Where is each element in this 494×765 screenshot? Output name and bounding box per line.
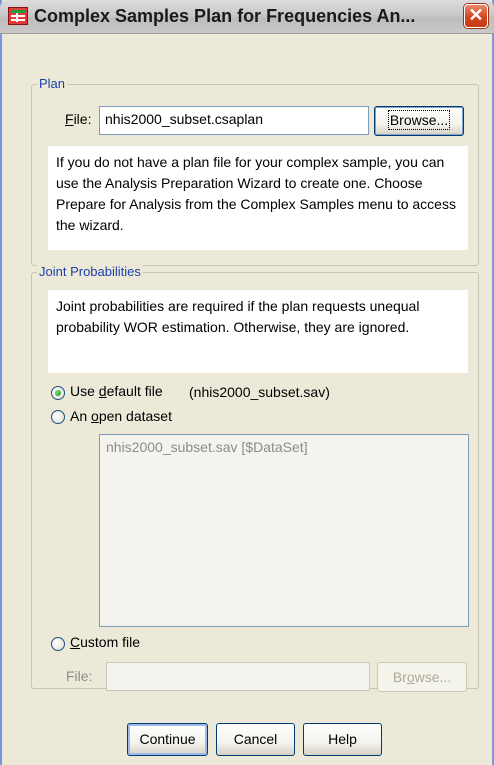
radio-custom-file[interactable] xyxy=(51,637,65,651)
radio-use-default-file[interactable] xyxy=(51,386,65,400)
plan-info-text: If you do not have a plan file for your … xyxy=(48,146,468,250)
dataset-listbox[interactable]: nhis2000_subset.sav [$DataSet] xyxy=(99,434,469,627)
plan-file-label: File: xyxy=(65,111,92,127)
default-file-name: (nhis2000_subset.sav) xyxy=(189,384,330,400)
joint-legend: Joint Probabilities xyxy=(37,264,143,280)
radio-open-dataset[interactable] xyxy=(51,410,65,424)
title-bar[interactable]: Complex Samples Plan for Frequencies An.… xyxy=(0,0,494,34)
help-button[interactable]: Help xyxy=(303,723,382,756)
cancel-button[interactable]: Cancel xyxy=(216,723,295,756)
continue-button[interactable]: Continue xyxy=(127,723,208,756)
joint-info-text: Joint probabilities are required if the … xyxy=(48,290,468,373)
custom-file-input[interactable] xyxy=(106,662,370,691)
custom-file-label: File: xyxy=(66,668,93,684)
close-icon[interactable]: ✕ xyxy=(464,4,488,28)
dialog-window: Complex Samples Plan for Frequencies An.… xyxy=(0,0,494,765)
plan-legend: Plan xyxy=(37,76,68,92)
custom-browse-button[interactable]: Browse... xyxy=(377,662,467,692)
spss-app-icon xyxy=(8,7,28,25)
radio-use-default-file-label[interactable]: Use default file xyxy=(70,383,163,399)
plan-file-input[interactable]: nhis2000_subset.csaplan xyxy=(99,106,369,135)
dataset-list-item[interactable]: nhis2000_subset.sav [$DataSet] xyxy=(106,439,308,455)
radio-open-dataset-label[interactable]: An open dataset xyxy=(70,408,172,424)
window-title: Complex Samples Plan for Frequencies An.… xyxy=(34,6,416,26)
radio-custom-file-label[interactable]: Custom file xyxy=(70,634,140,650)
plan-browse-button[interactable]: Browse... xyxy=(374,106,464,136)
